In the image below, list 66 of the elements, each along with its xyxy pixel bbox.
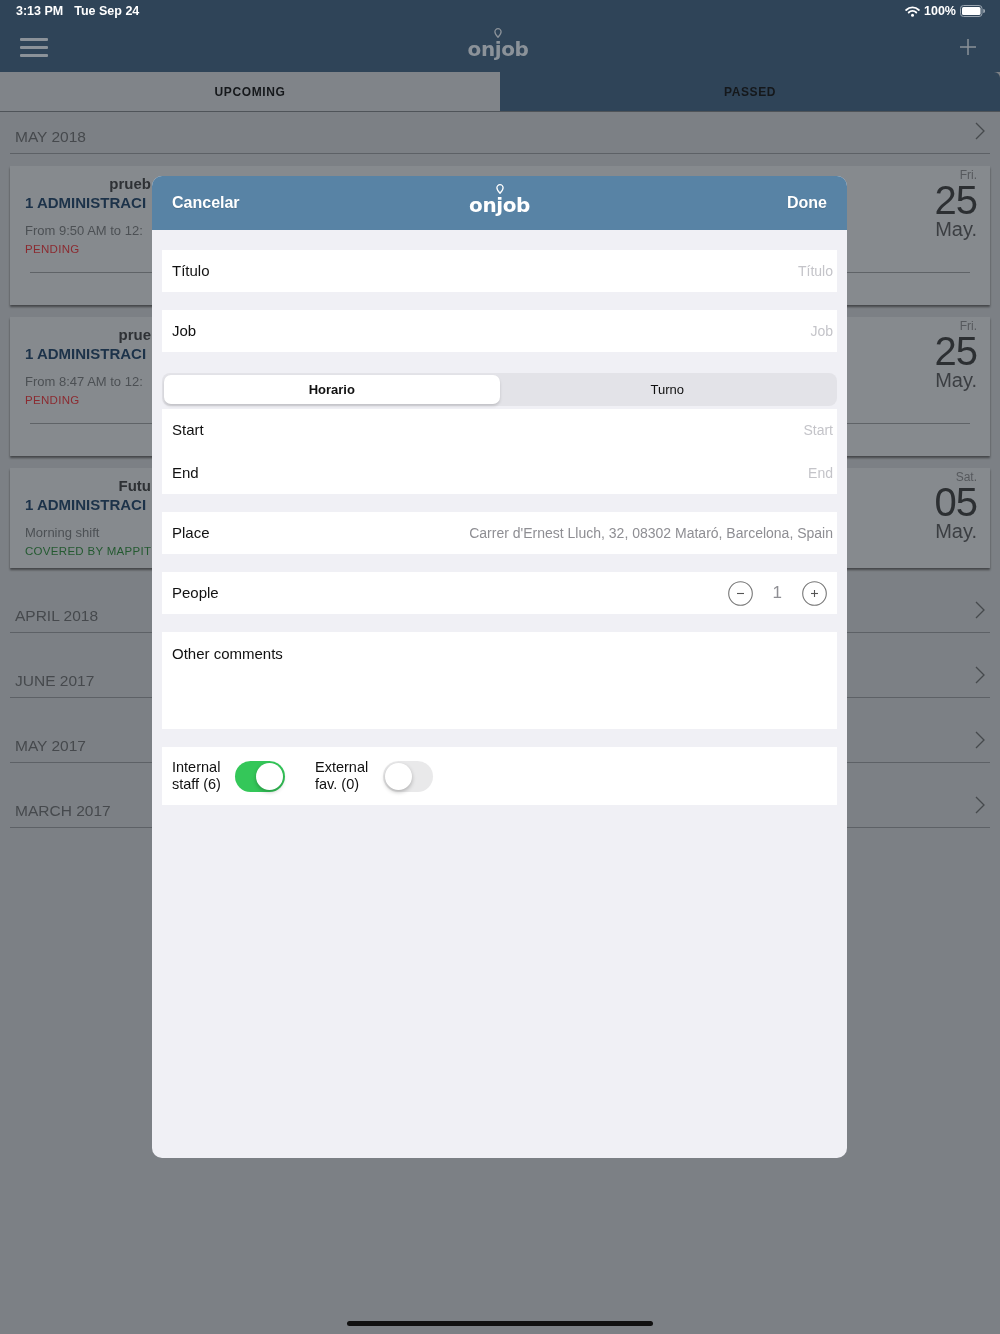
month-title[interactable]: MAY 2017	[15, 736, 86, 755]
battery-percent: 100%	[924, 3, 956, 19]
toggle-switch[interactable]	[383, 760, 433, 792]
shift-title: Futu	[118, 477, 151, 495]
shift-time: From 9:50 AM to 12:	[25, 223, 144, 239]
place-value[interactable]: Carrer d'Ernest Lluch, 32, 08302 Mataró, Barcelona, Spain	[469, 524, 833, 542]
month-title[interactable]: JUNE 2017	[15, 671, 95, 690]
field-label: Start	[172, 421, 204, 440]
date-day: 25	[934, 333, 977, 369]
menu-icon[interactable]	[20, 37, 48, 57]
logo-wordmark: onjob	[469, 195, 530, 215]
location-pin-icon	[494, 28, 502, 38]
field-label: People	[172, 584, 219, 602]
date-month: May.	[935, 218, 977, 240]
shift-time: From 8:47 AM to 12:	[25, 374, 144, 390]
shift-title: prueb	[109, 175, 151, 193]
field-label: Job	[172, 322, 197, 340]
toggle-label: External fav. (0)	[315, 759, 370, 793]
shift-time: Morning shift	[25, 525, 101, 541]
status-time: 3:13 PM	[16, 3, 64, 19]
date-day: 05	[934, 484, 977, 520]
people-count: 1	[772, 583, 782, 603]
shift-status: PENDING	[25, 393, 81, 408]
done-button[interactable]: Done	[787, 193, 827, 213]
plus-circle-icon[interactable]	[802, 580, 827, 606]
field-label: End	[172, 463, 199, 482]
plus-icon[interactable]	[960, 39, 976, 55]
month-title[interactable]: MAY 2018	[15, 127, 86, 146]
field-label: Título	[172, 262, 210, 280]
shift-position: 1 ADMINISTRACI	[25, 193, 148, 213]
location-pin-icon	[495, 184, 504, 194]
time-field[interactable]: Start	[215, 420, 833, 441]
date-day: 25	[934, 182, 977, 218]
field-label: Other comments	[172, 645, 283, 663]
toggle-label: Internal staff (6)	[172, 759, 222, 793]
form-field[interactable]: Job Job	[162, 310, 837, 352]
shift-status: COVERED BY MAPPIT	[25, 544, 151, 559]
wifi-icon	[905, 5, 920, 17]
month-title[interactable]: APRIL 2018	[15, 606, 98, 625]
shift-position: 1 ADMINISTRACI	[25, 495, 148, 515]
battery-icon	[960, 5, 985, 17]
logo-wordmark: onjob	[467, 39, 529, 59]
toggle-switch[interactable]	[235, 760, 285, 792]
status-date: Tue Sep 24	[74, 3, 140, 19]
chevron-right-icon[interactable]	[975, 665, 985, 684]
field-label: Place	[172, 524, 210, 542]
chevron-right-icon[interactable]	[975, 121, 985, 140]
shift-status: PENDING	[25, 242, 81, 257]
month-title[interactable]: MARCH 2017	[15, 801, 111, 820]
date-month: May.	[935, 369, 977, 391]
form-field[interactable]: Título Título	[162, 250, 837, 292]
cancel-button[interactable]: Cancelar	[172, 193, 240, 213]
tab[interactable]: UPCOMING	[0, 72, 500, 111]
text-input[interactable]: Título	[221, 261, 833, 281]
chevron-right-icon[interactable]	[975, 730, 985, 749]
date-month: May.	[935, 520, 977, 542]
minus-circle-icon[interactable]	[727, 580, 753, 606]
comments-field[interactable]: Other comments	[162, 632, 837, 729]
segment-tab[interactable]: Horario	[164, 375, 500, 404]
text-input[interactable]: Job	[208, 321, 833, 341]
shift-position: 1 ADMINISTRACI	[25, 344, 148, 364]
time-field[interactable]: End	[210, 462, 833, 483]
shift-title: prue	[118, 326, 151, 344]
chevron-right-icon[interactable]	[975, 600, 985, 619]
segment-tab[interactable]: Turno	[499, 375, 835, 404]
chevron-right-icon[interactable]	[975, 795, 985, 814]
